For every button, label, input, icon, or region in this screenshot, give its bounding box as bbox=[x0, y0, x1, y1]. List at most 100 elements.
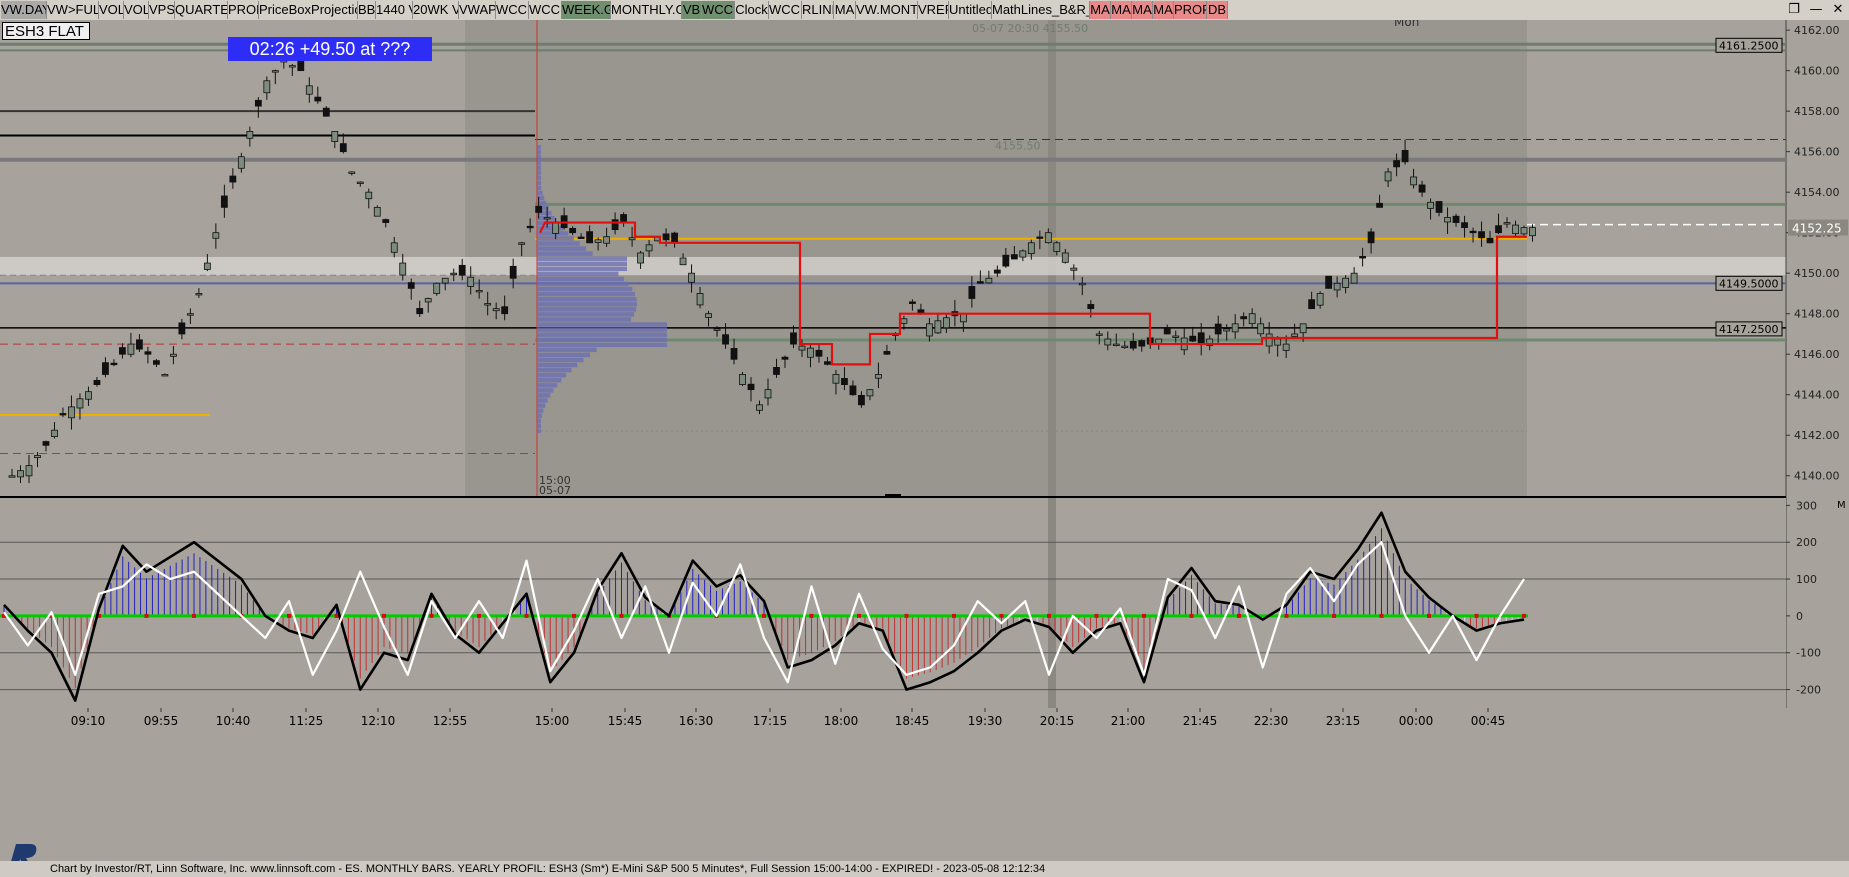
candle-body bbox=[161, 374, 169, 377]
volume-profile-bar bbox=[537, 286, 633, 292]
toolbar-button-rline[interactable]: RLINE bbox=[802, 1, 834, 19]
candle-body bbox=[713, 328, 721, 331]
osc-panel-label: M bbox=[1837, 500, 1846, 511]
toolbar-button-mathlines-b-r-20[interactable]: MathLines_B&R_20 bbox=[992, 1, 1090, 19]
candle-body bbox=[1486, 237, 1494, 244]
toolbar-button-wcci[interactable]: WCCI bbox=[769, 1, 802, 19]
osc-zero-marker bbox=[1237, 613, 1241, 618]
candle-body bbox=[1427, 201, 1434, 209]
toolbar-button-clock[interactable]: Clock bbox=[735, 1, 769, 19]
candle-body bbox=[1512, 224, 1519, 235]
toolbar-button-bb[interactable]: BB bbox=[358, 1, 376, 19]
candle-body bbox=[1503, 222, 1511, 225]
volume-profile-bar bbox=[537, 195, 545, 201]
toolbar-button-db[interactable]: DB bbox=[1207, 1, 1228, 19]
toolbar-button-wcci[interactable]: WCCI bbox=[496, 1, 529, 19]
toolbar-button-quarter[interactable]: QUARTER bbox=[175, 1, 228, 19]
toolbar-button-vol[interactable]: VOL bbox=[124, 1, 149, 19]
toolbar-button-20wk-vp[interactable]: 20WK VP bbox=[413, 1, 459, 19]
toolbar-button-wcci[interactable]: WCCI bbox=[702, 1, 735, 19]
toolbar-button-1440-vp[interactable]: 1440 VP bbox=[376, 1, 413, 19]
candle-body bbox=[119, 347, 126, 355]
toolbar-button-vps[interactable]: VPS bbox=[149, 1, 175, 19]
volume-profile-bar bbox=[537, 185, 542, 191]
time-axis: 09:10 09:55 10:40 11:25 12:10 12:55 15:00 15:45… bbox=[0, 708, 1849, 732]
osc-zero-marker bbox=[572, 613, 576, 618]
toolbar-button-wcci[interactable]: WCCI bbox=[529, 1, 562, 19]
time-tick-label: 11:25 bbox=[289, 714, 324, 728]
osc-zero-marker bbox=[1142, 613, 1146, 618]
toolbar-button-vwap[interactable]: VWAP bbox=[459, 1, 496, 19]
osc-zero-marker bbox=[287, 613, 291, 618]
osc-zero-marker bbox=[999, 613, 1004, 618]
toolbar-button-week-gc[interactable]: WEEK.GC bbox=[562, 1, 611, 19]
chart-annotation: 4155.50 bbox=[995, 140, 1041, 153]
candle-body bbox=[594, 239, 602, 243]
candle-body bbox=[1036, 236, 1044, 239]
candle-body bbox=[467, 276, 475, 287]
candle-body bbox=[169, 353, 177, 357]
time-tick-label: 15:45 bbox=[608, 714, 643, 728]
status-text: Chart by Investor/RT, Linn Software, Inc… bbox=[50, 863, 1046, 875]
candle-body bbox=[1274, 338, 1282, 346]
candle-body bbox=[229, 175, 237, 183]
volume-profile-bar bbox=[537, 155, 541, 160]
toolbar-button-vw-day[interactable]: VW.DAY bbox=[1, 1, 47, 19]
time-tick-label: 00:45 bbox=[1471, 714, 1506, 728]
restore-icon[interactable]: ❐ bbox=[1787, 1, 1801, 19]
toolbar-button-vw-month[interactable]: VW.MONTH bbox=[856, 1, 918, 19]
candle-body bbox=[1265, 333, 1273, 347]
osc-zero-marker bbox=[1427, 613, 1431, 618]
price-tick-label: 4162.00 bbox=[1794, 24, 1840, 37]
candle-body bbox=[8, 475, 16, 478]
volume-profile-bar bbox=[537, 428, 541, 434]
toolbar-button-ma[interactable]: MA bbox=[1153, 1, 1174, 19]
toolbar-button-vw-full[interactable]: VW>FULL bbox=[47, 1, 99, 19]
level-label: 4147.2500 bbox=[1719, 323, 1779, 336]
price-tick-label: 4158.00 bbox=[1794, 105, 1840, 118]
time-tick-label: 12:55 bbox=[433, 714, 468, 728]
candle-body bbox=[153, 360, 160, 365]
candle-body bbox=[136, 339, 143, 350]
candle-body bbox=[356, 181, 364, 184]
toolbar-button-prof[interactable]: PROF bbox=[1174, 1, 1207, 19]
volume-profile-bar bbox=[537, 190, 543, 196]
candle-body bbox=[866, 389, 874, 397]
osc-zero-marker bbox=[382, 613, 386, 618]
toolbar-button-ma[interactable]: MA bbox=[1111, 1, 1132, 19]
volume-profile-bar bbox=[537, 256, 627, 261]
candle-body bbox=[1104, 338, 1112, 346]
candle-body bbox=[263, 80, 271, 94]
minimize-icon[interactable]: — bbox=[1809, 1, 1823, 19]
osc-zero-marker bbox=[904, 613, 909, 618]
osc-zero-marker bbox=[1522, 613, 1526, 618]
time-tick-label: 23:15 bbox=[1326, 714, 1361, 728]
time-tick-label: 17:15 bbox=[753, 714, 788, 728]
candle-body bbox=[1019, 250, 1027, 258]
candle-body bbox=[288, 65, 296, 68]
toolbar-button-ma[interactable]: MA bbox=[1132, 1, 1153, 19]
toolbar-button-untitled[interactable]: Untitled bbox=[949, 1, 992, 19]
volume-profile-bar bbox=[537, 408, 544, 413]
time-tick-label: 15:00 bbox=[535, 714, 570, 728]
divider-handle bbox=[885, 494, 901, 497]
toolbar-button-vol[interactable]: VOL bbox=[99, 1, 124, 19]
candle-body bbox=[773, 367, 780, 375]
toolbar-button-ma[interactable]: MA bbox=[834, 1, 856, 19]
toolbar-button-vb[interactable]: VB bbox=[682, 1, 702, 19]
candle-body bbox=[959, 313, 967, 323]
toolbar-button-prof[interactable]: PROF bbox=[228, 1, 259, 19]
candle-body bbox=[934, 320, 942, 334]
osc-tick-label: 300 bbox=[1796, 499, 1817, 512]
candle-body bbox=[297, 60, 305, 72]
toolbar-button-monthly-gc[interactable]: MONTHLY.GC bbox=[611, 1, 682, 19]
symbol-label[interactable]: ESH3 FLAT bbox=[2, 22, 90, 40]
toolbar-button-ma[interactable]: MA bbox=[1090, 1, 1111, 19]
toolbar-button-vref[interactable]: VREF bbox=[918, 1, 949, 19]
candle-body bbox=[254, 99, 262, 107]
osc-zero-marker bbox=[524, 613, 529, 618]
candle-body bbox=[883, 351, 891, 355]
toolbar-button-priceboxprojections[interactable]: PriceBoxProjections bbox=[259, 1, 358, 19]
close-icon[interactable]: ✕ bbox=[1831, 1, 1845, 19]
oscillator-panel: 300 200 100 0 -100 -200 M bbox=[0, 498, 1846, 709]
